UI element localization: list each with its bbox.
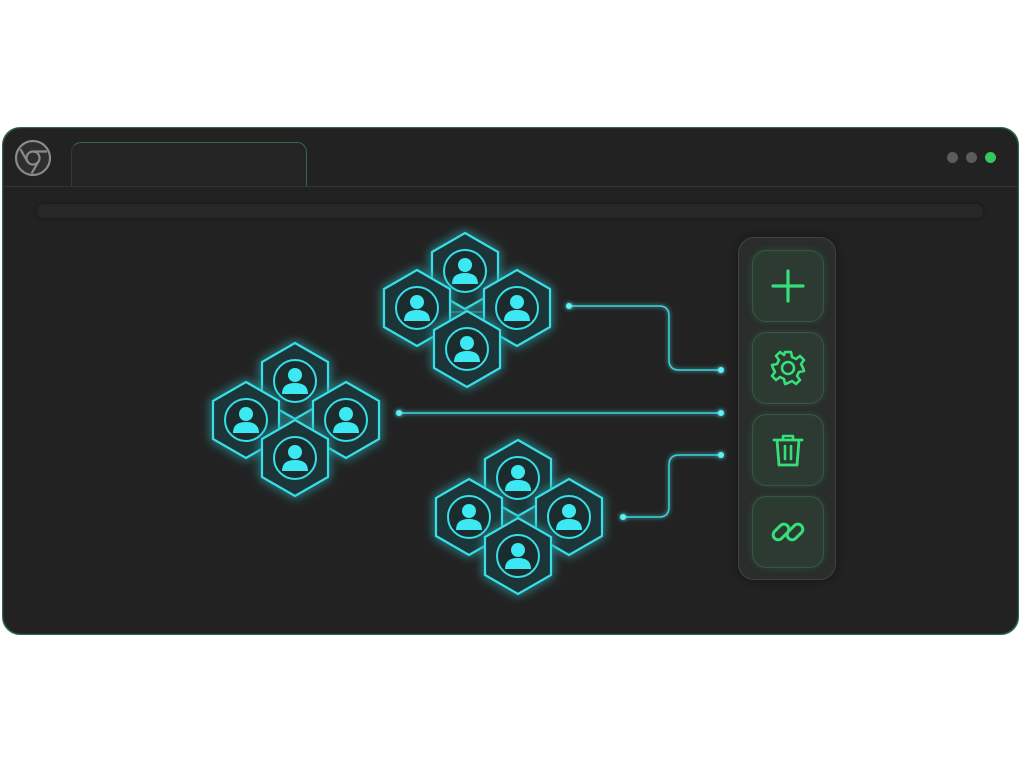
group-left[interactable] (213, 343, 379, 496)
gear-icon (770, 350, 806, 386)
trash-icon (772, 434, 804, 467)
link-icon (771, 522, 805, 542)
plus-icon (771, 269, 805, 303)
delete-button[interactable] (752, 414, 824, 486)
network-canvas (3, 128, 724, 634)
add-button[interactable] (752, 250, 824, 322)
settings-button[interactable] (752, 332, 824, 404)
browser-window (2, 127, 1019, 635)
link-button[interactable] (752, 496, 824, 568)
group-top[interactable] (384, 233, 550, 387)
action-toolbar (738, 237, 836, 580)
group-bottom[interactable] (436, 440, 602, 594)
